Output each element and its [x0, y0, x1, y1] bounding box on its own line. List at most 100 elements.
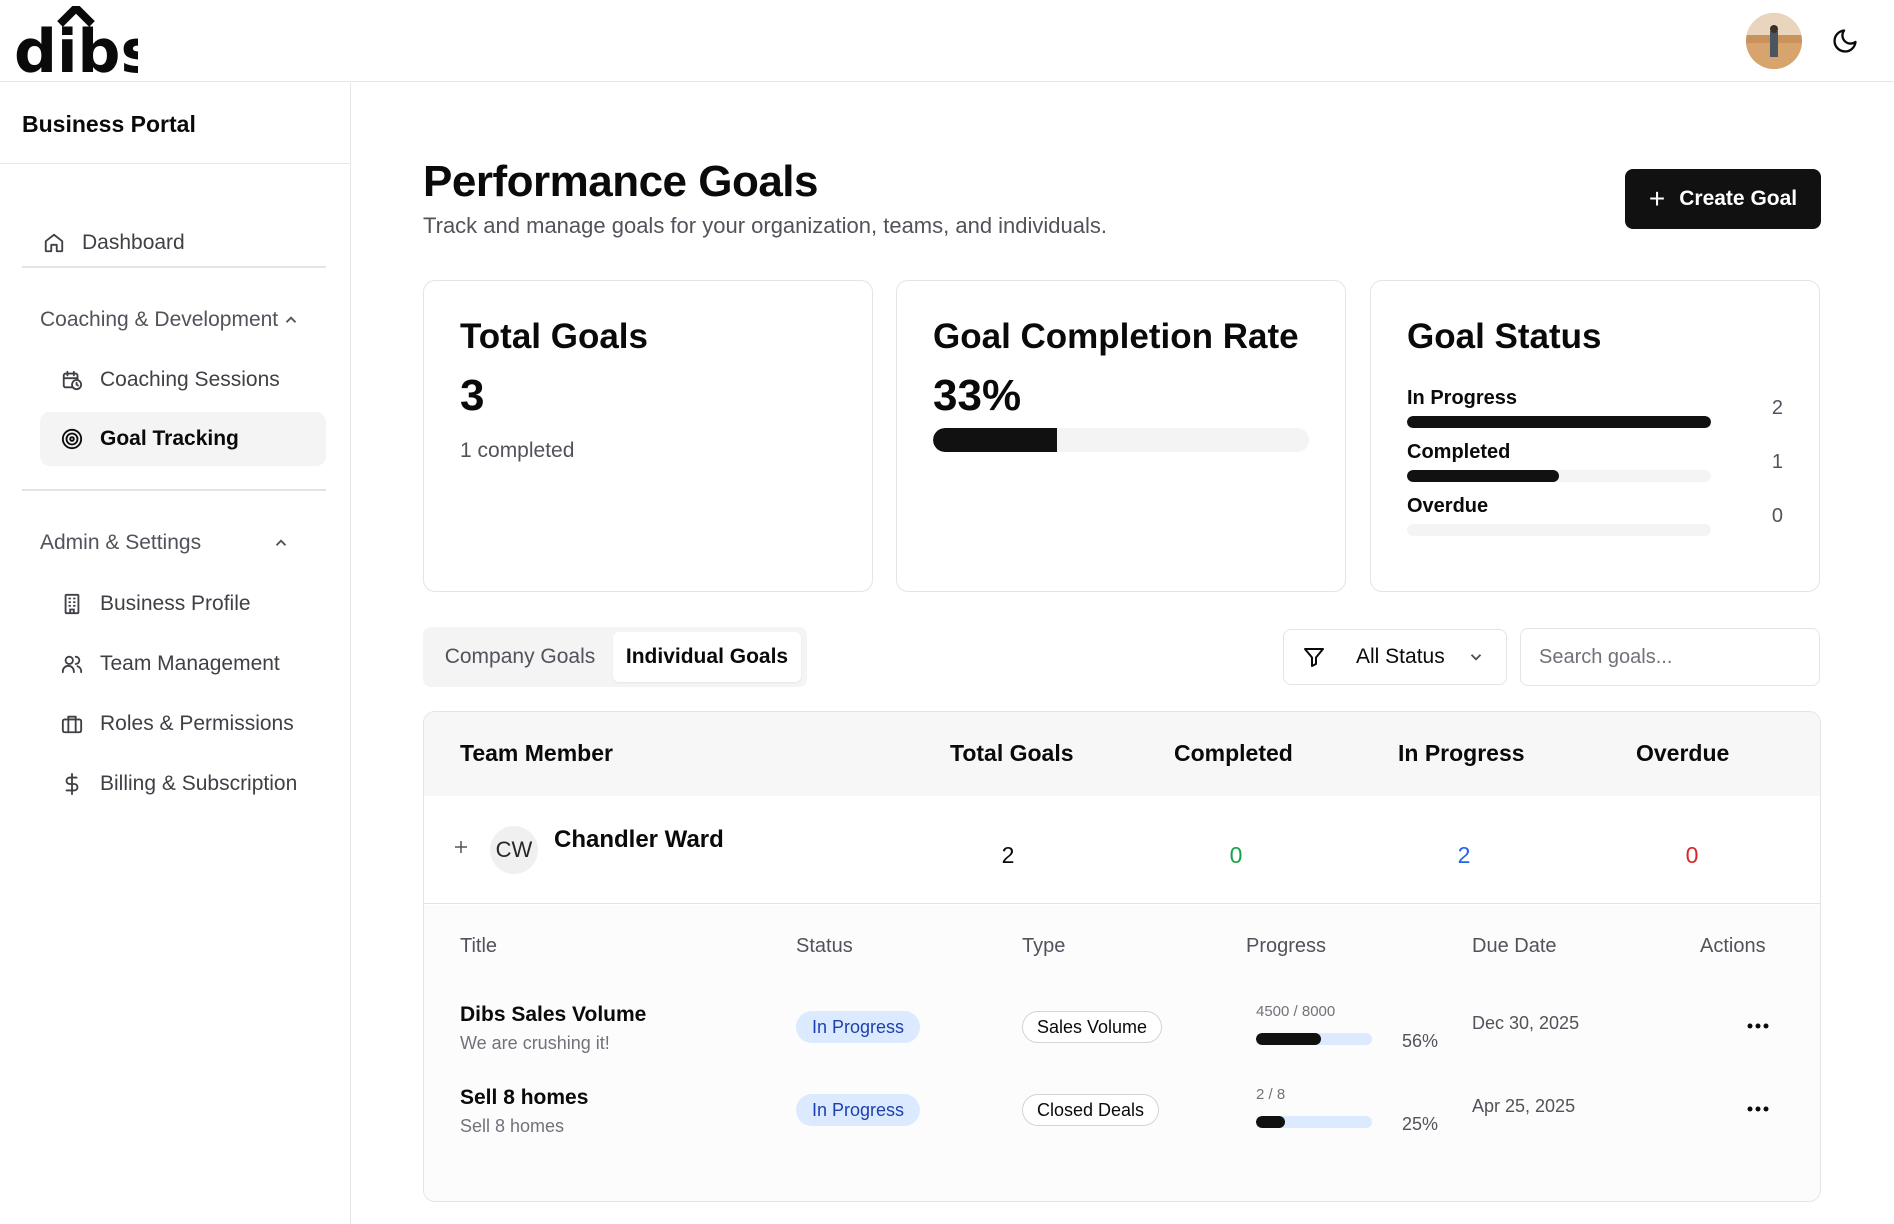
member-name: Chandler Ward [554, 826, 724, 853]
page-subtitle: Track and manage goals for your organiza… [423, 213, 1108, 238]
progress-bar [1256, 1033, 1372, 1045]
user-avatar[interactable] [1746, 13, 1802, 69]
create-goal-label: Create Goal [1679, 187, 1798, 210]
progress-bar [1256, 1116, 1372, 1128]
sidebar-item-dashboard[interactable]: Dashboard [40, 216, 326, 270]
sidebar-item-team-management[interactable]: Team Management [58, 637, 326, 691]
filter-icon [1304, 648, 1324, 667]
sub-header-title: Title [460, 935, 498, 957]
sub-header-due-date: Due Date [1472, 935, 1557, 957]
chevron-down-icon [1470, 654, 1481, 661]
sidebar-item-label: Roles & Permissions [100, 712, 294, 735]
completion-progress-bar [933, 428, 1309, 452]
completion-progress-fill [933, 428, 1058, 452]
goal-scope-tabs: Company Goals Individual Goals [423, 627, 807, 687]
column-header-completed: Completed [1174, 740, 1293, 766]
row-actions-button[interactable] [1740, 1094, 1776, 1124]
goal-title[interactable]: Dibs Sales Volume [460, 1003, 646, 1027]
section-label: Coaching & Development [40, 308, 279, 331]
card-title: Goal Status [1407, 317, 1602, 356]
top-header: dibs [0, 0, 1894, 82]
tab-individual-goals[interactable]: Individual Goals [613, 632, 801, 682]
member-in-progress-count: 2 [1457, 842, 1471, 868]
sidebar-item-label: Billing & Subscription [100, 772, 298, 795]
status-filter-select[interactable]: All Status [1283, 629, 1507, 685]
sidebar: Business Portal Dashboard Coaching & Dev… [0, 83, 351, 1224]
sub-header-type: Type [1022, 935, 1066, 957]
sidebar-item-roles-permissions[interactable]: Roles & Permissions [58, 697, 326, 751]
dollar-icon [58, 770, 86, 798]
chevron-up-icon [275, 539, 287, 546]
status-label: Completed [1407, 441, 1511, 463]
avatar-initials: CW [490, 826, 538, 874]
plus-icon [455, 841, 467, 853]
member-overdue-count: 0 [1685, 842, 1699, 868]
table-row[interactable]: CW Chandler Ward 2 0 2 0 [424, 796, 1820, 904]
progress-bar-fill [1256, 1116, 1285, 1128]
sidebar-item-label: Business Profile [100, 592, 251, 615]
building-icon [58, 590, 86, 618]
sidebar-item-label: Coaching Sessions [100, 368, 280, 391]
divider [0, 163, 350, 164]
sidebar-item-billing-subscription[interactable]: Billing & Subscription [58, 757, 326, 811]
sidebar-item-business-profile[interactable]: Business Profile [58, 577, 326, 631]
dibs-logo[interactable]: dibs [14, 6, 138, 76]
status-row-completed: Completed 1 [1407, 441, 1783, 482]
status-bar [1407, 470, 1711, 482]
status-badge: In Progress [796, 1094, 921, 1126]
status-bar-fill [1407, 470, 1559, 482]
column-header-total-goals: Total Goals [950, 740, 1074, 766]
total-goals-value: 3 [460, 371, 485, 420]
create-goal-button[interactable]: + Create Goal [1625, 169, 1821, 229]
progress-percent: 56% [1402, 1031, 1439, 1051]
status-row-in-progress: In Progress 2 [1407, 387, 1783, 428]
member-total-goals: 2 [1001, 842, 1015, 868]
main-content: Performance Goals Track and manage goals… [351, 83, 1894, 1224]
status-count: 0 [1771, 505, 1783, 527]
type-badge: Sales Volume [1022, 1011, 1163, 1043]
completion-rate-card: Goal Completion Rate 33% [896, 280, 1346, 592]
member-goals-subtable: Title Status Type Progress Due Date Acti… [424, 905, 1820, 1201]
status-badge: In Progress [796, 1011, 921, 1043]
due-date: Apr 25, 2025 [1472, 1096, 1576, 1116]
sidebar-title: Business Portal [22, 111, 196, 137]
goal-title[interactable]: Sell 8 homes [460, 1086, 588, 1110]
chevron-up-icon [285, 316, 297, 323]
sidebar-item-goal-tracking[interactable]: Goal Tracking [40, 412, 326, 466]
sub-header-status: Status [796, 935, 853, 957]
type-badge: Closed Deals [1022, 1094, 1160, 1126]
row-actions-button[interactable] [1740, 1011, 1776, 1041]
dark-mode-toggle[interactable] [1828, 24, 1862, 58]
sidebar-item-label: Team Management [100, 652, 280, 675]
status-count: 2 [1771, 397, 1783, 419]
card-title: Total Goals [460, 317, 648, 356]
member-completed-count: 0 [1229, 842, 1243, 868]
sidebar-item-coaching-sessions[interactable]: Coaching Sessions [58, 353, 326, 407]
users-icon [58, 650, 86, 678]
section-admin-settings[interactable]: Admin & Settings [40, 523, 310, 563]
completed-note: 1 completed [460, 439, 575, 462]
column-header-overdue: Overdue [1636, 740, 1730, 766]
column-header-in-progress: In Progress [1398, 740, 1525, 766]
goal-description: Sell 8 homes [460, 1116, 565, 1136]
section-label: Admin & Settings [40, 531, 202, 554]
tab-company-goals[interactable]: Company Goals [429, 632, 611, 682]
expand-row-button[interactable] [446, 832, 476, 862]
plus-icon: + [1648, 183, 1666, 214]
status-bar-fill [1407, 416, 1711, 428]
status-row-overdue: Overdue 0 [1407, 495, 1783, 536]
search-input[interactable] [1520, 628, 1820, 686]
goal-status-card: Goal Status In Progress 2 Completed 1 Ov… [1370, 280, 1820, 592]
completion-rate-value: 33% [933, 371, 1022, 420]
home-icon [40, 229, 68, 257]
progress-bar-fill [1256, 1033, 1321, 1045]
page-title: Performance Goals [423, 157, 819, 206]
total-goals-card: Total Goals 3 1 completed [423, 280, 873, 592]
status-label: Overdue [1407, 495, 1489, 517]
divider [22, 266, 326, 268]
section-coaching-development[interactable]: Coaching & Development [40, 300, 310, 340]
column-header-team-member: Team Member [460, 740, 613, 766]
sidebar-item-label: Goal Tracking [100, 427, 239, 450]
status-bar [1407, 416, 1711, 428]
briefcase-icon [58, 710, 86, 738]
